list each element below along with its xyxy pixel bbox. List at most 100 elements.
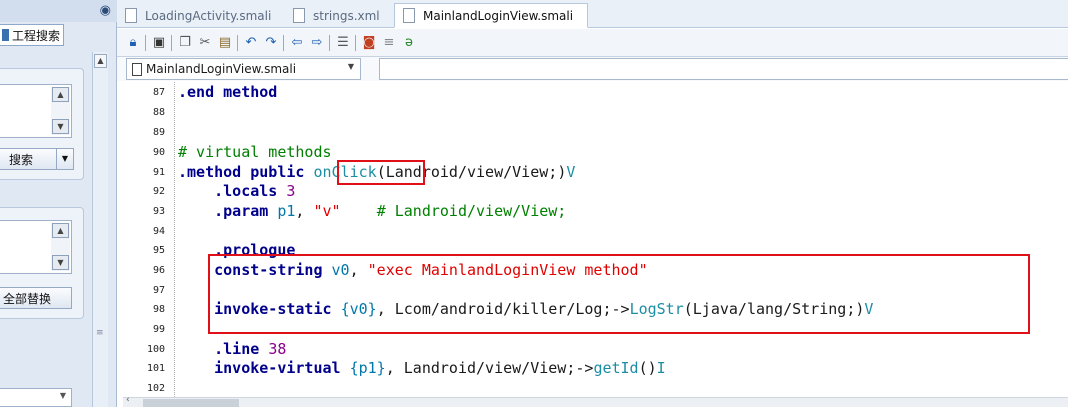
copy-icon[interactable]: ❐ [177,35,193,51]
search-button-label: 搜索 [9,152,34,167]
replace-all-button-label: 全部替换 [3,291,52,306]
back-icon[interactable]: ⇦ [289,35,305,51]
code-token: Landroid/view/View [403,359,567,377]
scroll-up-icon[interactable]: ▲ [94,54,107,68]
code-token: 38 [268,340,287,358]
tab-label: LoadingActivity.smali [145,8,272,23]
code-line[interactable]: invoke-virtual {p1}, Landroid/view/View;… [178,359,666,377]
file-selector-value: MainlandLoginView.smali [146,62,297,76]
file-selector[interactable]: MainlandLoginView.smali ▼ [126,58,361,80]
flask-icon[interactable]: ə [401,35,417,51]
code-token: method [223,83,278,101]
scroll-left-icon[interactable]: ‹ [126,395,130,405]
redo-icon[interactable]: ↷ [263,35,279,51]
code-token: .param [214,202,269,220]
toolbar-separator [283,35,284,51]
scroll-down-icon[interactable]: ▼ [52,255,69,270]
replace-text-scrollbar[interactable]: ▲ ▼ [51,223,70,271]
chevron-down-icon: ▼ [347,62,354,71]
file-icon [403,8,415,23]
search-scope-select[interactable]: ▼ [0,388,72,407]
undo-icon[interactable]: ↶ [243,35,259,51]
chevron-down-icon: ▼ [59,391,66,400]
line-number: 100 [146,344,165,355]
project-search-panel: ◉ 工程搜索 ▲ ▼ 搜索 ▼ ▲ ▼ 全部替换 ▼ ▲ ≡ [0,0,117,407]
code-line[interactable]: .line 38 [178,340,286,358]
scroll-down-icon[interactable]: ▼ [52,119,69,134]
search-text-scrollbar[interactable]: ▲ ▼ [51,87,70,135]
tab-loadingactivity[interactable]: LoadingActivity.smali [117,3,285,28]
grip-icon[interactable]: ≡ [96,328,104,338]
tab-strings-xml[interactable]: strings.xml [285,3,393,28]
code-token: # Landroid/view/View; [376,202,567,220]
forward-icon[interactable]: ⇨ [309,35,325,51]
code-token: .end [178,83,215,101]
line-number: 97 [152,285,165,296]
code-token: .line [214,340,260,358]
panel-header: ◉ [0,0,117,22]
onclick-highlight-box [337,160,425,185]
scroll-up-icon[interactable]: ▲ [52,87,69,102]
toolbar-separator [237,35,238,51]
code-token: 3 [286,182,296,200]
file-icon [125,8,137,23]
toolbar-separator [171,35,172,51]
code-token: -> [575,359,594,377]
tab-label: strings.xml [313,8,380,23]
injected-code-highlight-box [208,254,1030,334]
code-token: p1 [277,202,296,220]
code-token: "v" [313,202,341,220]
code-token: , [385,359,395,377]
save-icon[interactable]: ▣ [151,35,167,51]
code-line[interactable]: .locals 3 [178,182,295,200]
member-selector[interactable] [379,58,1068,80]
chevron-down-icon[interactable]: ▼ [56,149,73,169]
line-number-gutter: 87 88 89 90 91 92 93 94 95 96 97 98 99 1… [123,82,171,397]
code-token: {p1} [349,359,386,377]
eye-icon[interactable]: ◉ [100,3,111,18]
tab-mainlandloginview[interactable]: MainlandLoginView.smali [394,3,588,28]
line-number: 96 [152,265,165,276]
navigation-bar: MainlandLoginView.smali ▼ [117,57,1068,81]
toolbar-separator [329,35,330,51]
code-line[interactable]: .param p1, "v" # Landroid/view/View; [178,202,566,220]
horizontal-scrollbar[interactable]: ‹ [123,395,1068,407]
cut-icon[interactable]: ✂ [197,35,213,51]
toolbar-separator [355,35,356,51]
lock-icon[interactable]: 🔒︎ [125,35,141,51]
line-number: 99 [152,324,165,335]
paste-icon[interactable]: ▤ [217,35,233,51]
line-number: 87 [152,87,165,98]
tab-project-search-label: 工程搜索 [12,28,61,43]
toolbar-separator [145,35,146,51]
java-icon[interactable]: ◙ [361,35,377,51]
search-button[interactable]: 搜索 ▼ [0,148,74,170]
line-number: 90 [152,147,165,158]
code-token: I [656,359,666,377]
format-icon[interactable]: ☰ [335,35,351,51]
tab-marker-icon [2,29,9,41]
code-token: .locals [214,182,278,200]
list-icon[interactable]: ≡ [381,35,397,51]
code-token: invoke-virtual [214,359,341,377]
code-line[interactable]: .end method [178,83,277,101]
code-editor[interactable]: 87 88 89 90 91 92 93 94 95 96 97 98 99 1… [123,82,1068,397]
scroll-up-icon[interactable]: ▲ [52,223,69,238]
java-file-icon [132,62,142,76]
scrollbar-thumb[interactable] [143,399,239,407]
code-line[interactable]: # virtual methods [178,143,332,161]
line-number: 88 [152,107,165,118]
fold-guide [174,82,175,397]
tab-project-search[interactable]: 工程搜索 [0,24,64,46]
line-number: 101 [146,363,165,374]
file-icon [293,8,305,23]
left-panel-scrollbar[interactable]: ▲ ≡ [92,52,108,407]
replace-all-button[interactable]: 全部替换 [0,287,72,309]
